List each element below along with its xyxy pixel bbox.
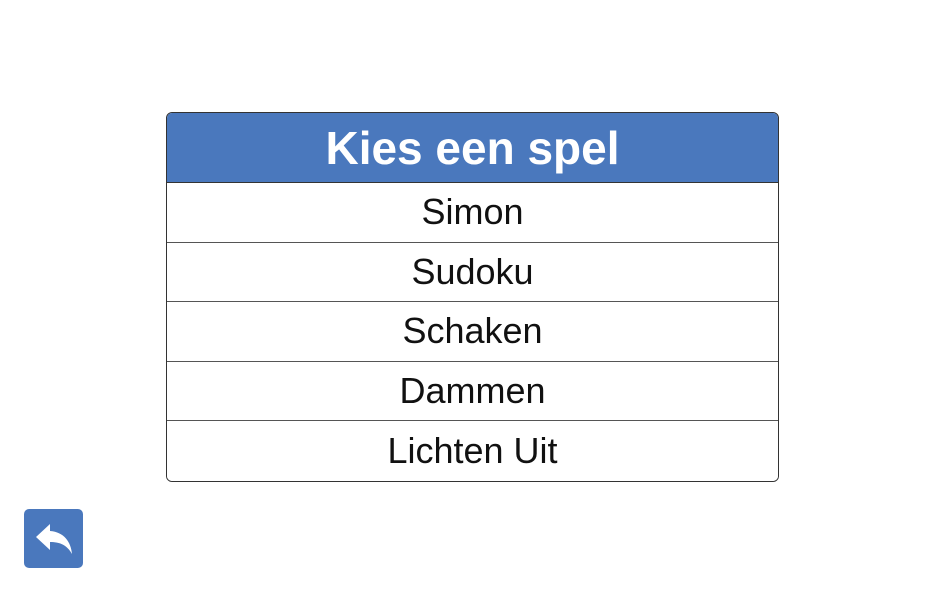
game-menu: Kies een spel Simon Sudoku Schaken Damme…	[166, 112, 779, 482]
menu-item-dammen[interactable]: Dammen	[167, 361, 778, 421]
menu-item-simon[interactable]: Simon	[167, 183, 778, 243]
reply-arrow-icon	[35, 523, 72, 554]
menu-title: Kies een spel	[167, 113, 778, 183]
game-select-screen: Kies een spel Simon Sudoku Schaken Damme…	[0, 0, 947, 592]
menu-item-sudoku[interactable]: Sudoku	[167, 242, 778, 302]
back-button[interactable]	[24, 509, 83, 568]
menu-item-lichten-uit[interactable]: Lichten Uit	[167, 421, 778, 481]
menu-item-schaken[interactable]: Schaken	[167, 302, 778, 362]
